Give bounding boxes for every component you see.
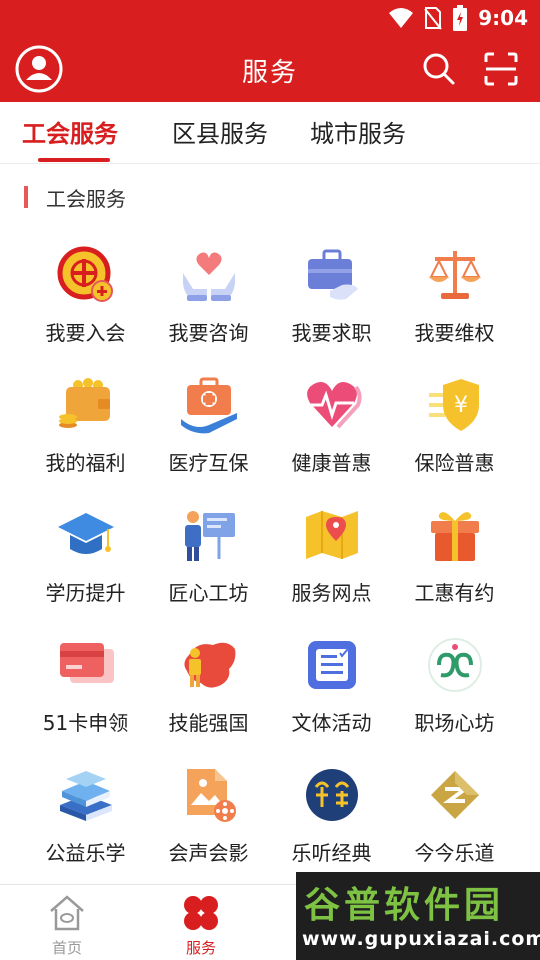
status-bar: 9:04	[0, 0, 540, 36]
service-label: 职场心坊	[414, 711, 495, 735]
page-title: 服务	[241, 58, 298, 88]
china-map-worker-icon	[184, 642, 236, 688]
service-label: 匠心工坊	[168, 581, 249, 605]
service-item-join-union[interactable]: 我要入会	[24, 245, 147, 375]
service-item-rights[interactable]: 我要维权	[393, 245, 516, 375]
service-label: 工惠有约	[414, 581, 495, 605]
section-accent-bar	[24, 186, 28, 208]
app-bar: 服务	[0, 36, 540, 102]
home-icon	[50, 895, 84, 931]
scan-icon[interactable]	[482, 50, 520, 88]
service-label: 我要维权	[414, 321, 495, 345]
wifi-icon	[389, 8, 414, 28]
bank-card-icon	[60, 643, 114, 683]
watermark: 谷普软件园 www.gupuxiazai.com	[296, 872, 540, 960]
service-label: 乐听经典	[291, 841, 372, 865]
section-title: 工会服务	[46, 186, 126, 211]
service-label: 公益乐学	[45, 841, 126, 865]
service-label: 51卡申领	[42, 711, 129, 735]
heart-logo-icon	[428, 638, 482, 692]
search-icon[interactable]	[420, 50, 458, 88]
gold-logo-icon	[431, 771, 479, 819]
watermark-url: www.gupuxiazai.com	[302, 928, 540, 950]
status-time: 9:04	[478, 6, 528, 30]
service-label: 健康普惠	[291, 451, 372, 475]
service-item-medical[interactable]: 医疗互保	[147, 375, 270, 505]
wallet-coins-icon	[59, 378, 110, 428]
nav-label: 首页	[51, 939, 82, 957]
no-sim-icon	[424, 7, 443, 30]
service-item-workplace-mind[interactable]: 职场心坊	[393, 635, 516, 765]
calendar-list-icon	[308, 641, 356, 689]
books-stack-icon	[60, 771, 112, 821]
briefcase-icon	[308, 249, 358, 300]
service-item-education[interactable]: 学历提升	[24, 505, 147, 635]
service-item-skills[interactable]: 技能强国	[147, 635, 270, 765]
service-label: 我要咨询	[168, 321, 249, 345]
medical-kit-icon	[181, 377, 237, 434]
status-icons: 9:04	[388, 4, 528, 32]
service-item-consult[interactable]: 我要咨询	[147, 245, 270, 375]
watermark-title: 谷普软件园	[304, 885, 505, 926]
service-item-benefits-appointment[interactable]: 工惠有约	[393, 505, 516, 635]
nav-label: 服务	[185, 939, 216, 957]
shield-yuan-icon: ¥	[429, 379, 479, 431]
service-label: 会声会影	[168, 841, 249, 865]
gift-box-icon	[431, 512, 479, 561]
hands-heart-icon	[183, 252, 235, 301]
service-item-51-card[interactable]: 51卡申领	[24, 635, 147, 765]
active-tab-indicator	[38, 158, 110, 162]
nav-home[interactable]: 首页	[17, 885, 117, 960]
service-label: 我要入会	[45, 321, 126, 345]
service-label: 我要求职	[291, 321, 372, 345]
service-tabs: 工会服务 区县服务 城市服务	[0, 102, 540, 164]
service-label: 今今乐道	[414, 841, 495, 865]
service-label: 技能强国	[168, 711, 249, 735]
tab-district-services[interactable]: 区县服务	[172, 114, 268, 149]
map-pin-icon	[306, 511, 358, 559]
service-item-insurance[interactable]: ¥ 保险普惠	[393, 375, 516, 505]
graduation-cap-icon	[58, 513, 114, 554]
clover-icon	[184, 896, 218, 930]
tab-union-services[interactable]: 工会服务	[22, 114, 118, 149]
battery-charging-icon	[453, 5, 468, 31]
nav-services[interactable]: 服务	[151, 885, 251, 960]
service-item-public-learning[interactable]: 公益乐学	[24, 765, 147, 895]
film-reel-icon	[187, 769, 236, 822]
service-label: 医疗互保	[168, 451, 249, 475]
service-item-craft[interactable]: 匠心工坊	[147, 505, 270, 635]
service-item-health[interactable]: 健康普惠	[270, 375, 393, 505]
section-header: 工会服务	[24, 184, 126, 211]
service-label: 保险普惠	[414, 451, 495, 475]
service-label: 服务网点	[291, 581, 372, 605]
service-label: 文体活动	[291, 711, 372, 735]
union-emblem-icon	[57, 246, 113, 302]
service-item-sports-culture[interactable]: 文体活动	[270, 635, 393, 765]
service-label: 我的福利	[45, 451, 126, 475]
service-item-welfare[interactable]: 我的福利	[24, 375, 147, 505]
service-item-audio-video[interactable]: 会声会影	[147, 765, 270, 895]
service-item-service-points[interactable]: 服务网点	[270, 505, 393, 635]
tab-city-services[interactable]: 城市服务	[310, 114, 406, 149]
scales-icon	[429, 251, 481, 299]
listen-classic-icon	[306, 769, 358, 821]
service-label: 学历提升	[45, 581, 126, 605]
heart-pulse-icon	[307, 382, 362, 429]
svg-text:¥: ¥	[454, 393, 468, 418]
service-item-job-seek[interactable]: 我要求职	[270, 245, 393, 375]
teacher-board-icon	[185, 511, 235, 561]
